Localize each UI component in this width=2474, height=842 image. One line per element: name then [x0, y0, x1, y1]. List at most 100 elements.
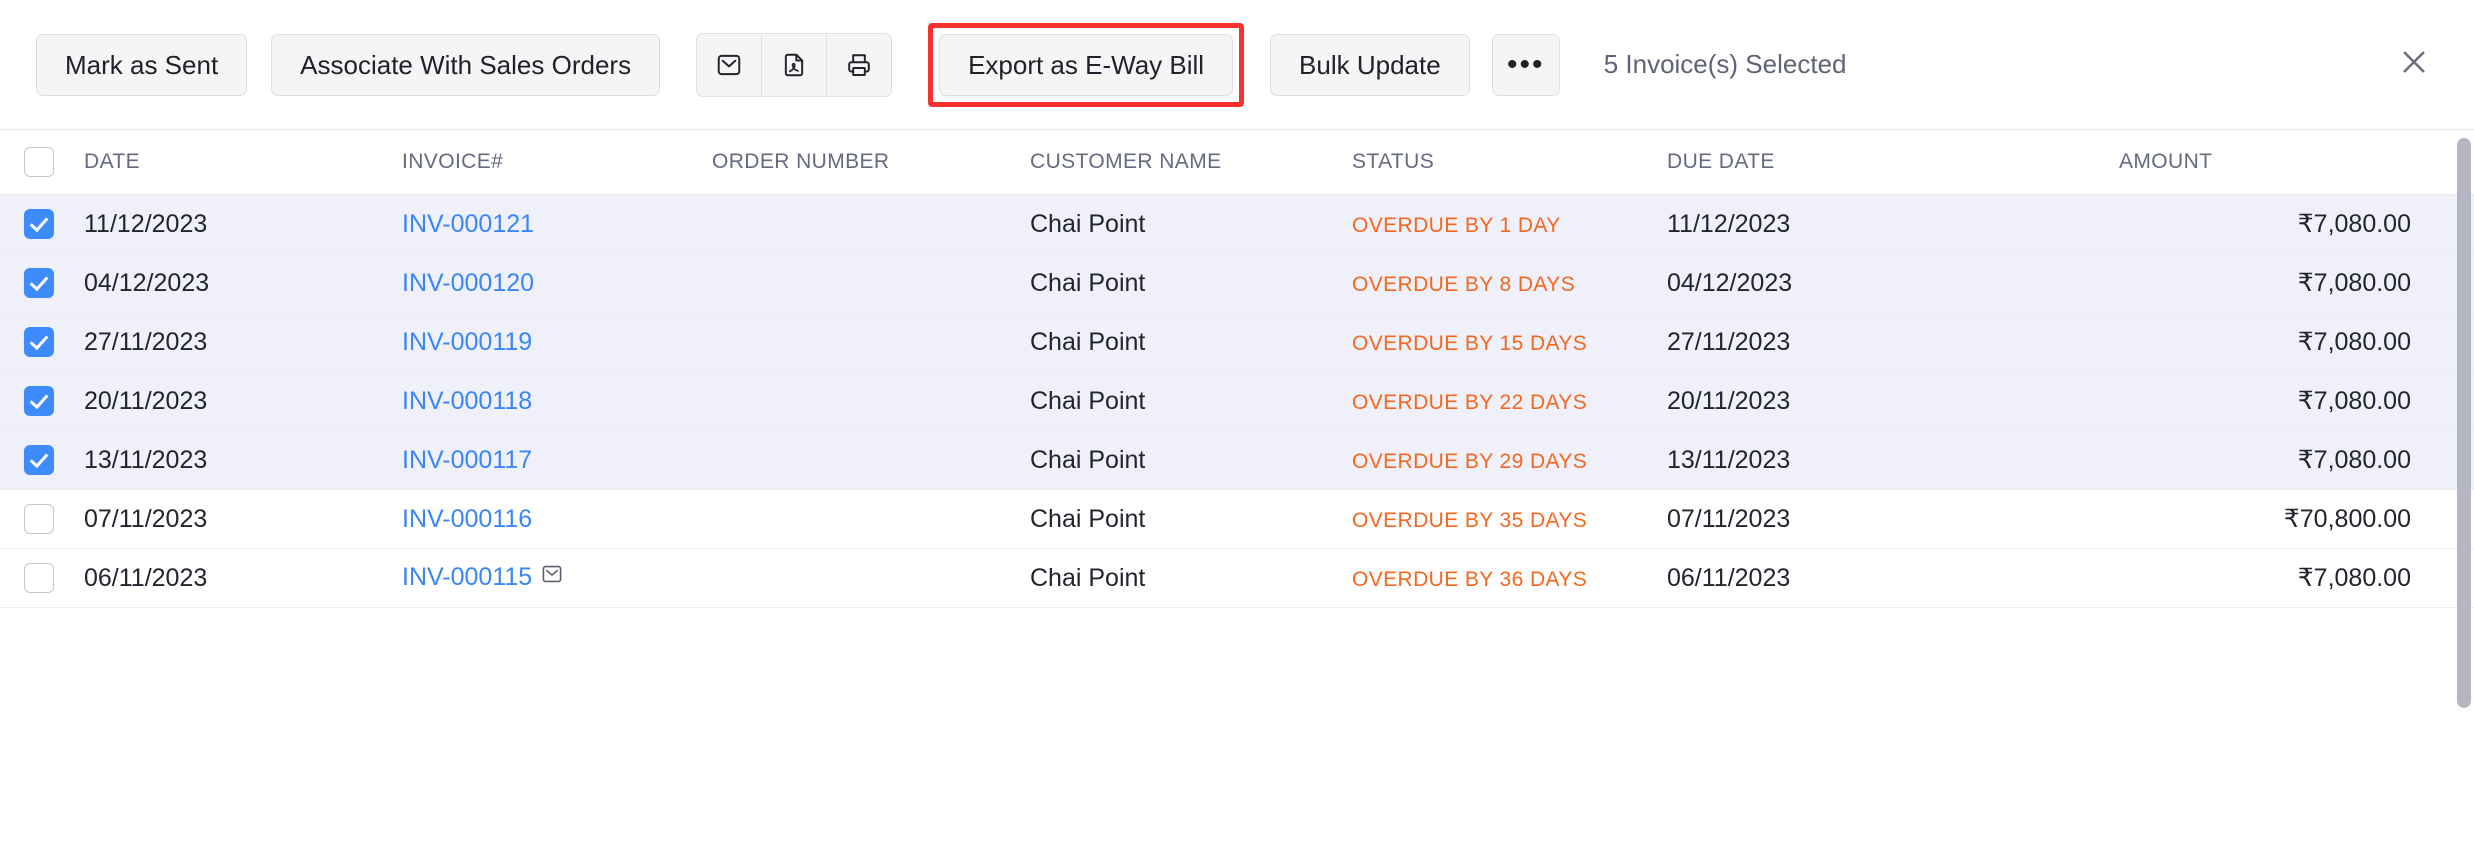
cell-amount: ₹7,080.00 — [2119, 312, 2474, 372]
invoice-table-container: DATE INVOICE# ORDER NUMBER CUSTOMER NAME… — [0, 130, 2474, 842]
more-options-button[interactable]: ••• — [1491, 33, 1560, 96]
invoice-number-link[interactable]: INV-000121 — [402, 210, 534, 238]
column-header-status[interactable]: STATUS — [1352, 130, 1667, 195]
row-select-cell — [0, 312, 84, 372]
column-header-amount[interactable]: AMOUNT — [2119, 130, 2474, 195]
row-select-checkbox[interactable] — [24, 504, 54, 535]
selected-count-label: 5 Invoice(s) Selected — [1603, 49, 1847, 79]
customer-name: Chai Point — [1030, 386, 1146, 415]
row-select-checkbox[interactable] — [24, 563, 54, 594]
print-button[interactable] — [827, 33, 892, 96]
table-row[interactable]: 27/11/2023 INV-000119 Chai Point OVERDUE BY… — [0, 312, 2474, 372]
invoice-date: 13/11/2023 — [84, 445, 208, 474]
cell-customer-name: Chai Point — [1030, 548, 1352, 608]
cell-date: 07/11/2023 — [84, 489, 402, 549]
invoice-date: 07/11/2023 — [84, 504, 208, 533]
cell-amount: ₹7,080.00 — [2119, 194, 2474, 254]
cell-amount: ₹7,080.00 — [2119, 253, 2474, 313]
table-row[interactable]: 20/11/2023 INV-000118 Chai Point OVERDUE BY… — [0, 371, 2474, 431]
status-badge: OVERDUE BY 8 DAYS — [1352, 272, 1576, 296]
status-badge: OVERDUE BY 35 DAYS — [1352, 508, 1588, 532]
cell-due-date: 13/11/2023 — [1667, 430, 2119, 490]
amount-value: ₹7,080.00 — [2297, 564, 2411, 592]
cell-order-number — [712, 194, 1030, 254]
export-eway-highlight-annotation: Export as E-Way Bill — [928, 22, 1245, 107]
column-header-due-date[interactable]: DUE DATE — [1667, 130, 2119, 195]
invoice-date: 04/12/2023 — [84, 268, 210, 297]
cell-status: OVERDUE BY 29 DAYS — [1352, 430, 1667, 490]
amount-value: ₹7,080.00 — [2297, 387, 2411, 415]
table-row[interactable]: 06/11/2023 INV-000115 Chai Point OVERDUE BY… — [0, 548, 2474, 608]
cell-customer-name: Chai Point — [1030, 430, 1352, 490]
export-pdf-button[interactable] — [762, 33, 828, 96]
row-select-checkbox[interactable] — [24, 386, 54, 417]
customer-name: Chai Point — [1030, 268, 1146, 297]
column-header-order-number[interactable]: ORDER NUMBER — [712, 130, 1030, 195]
export-as-eway-bill-button[interactable]: Export as E-Way Bill — [939, 33, 1234, 96]
invoice-number-link[interactable]: INV-000116 — [402, 505, 532, 533]
envelope-icon — [540, 562, 564, 593]
select-all-header-cell — [0, 130, 84, 195]
row-select-checkbox[interactable] — [24, 209, 54, 240]
cell-date: 06/11/2023 — [84, 548, 402, 608]
amount-value: ₹7,080.00 — [2297, 210, 2411, 238]
vertical-scrollbar-thumb[interactable] — [2457, 138, 2471, 708]
cell-order-number — [712, 548, 1030, 608]
column-header-customer-name[interactable]: CUSTOMER NAME — [1030, 130, 1352, 195]
printer-icon — [845, 51, 873, 79]
invoice-number-link[interactable]: INV-000118 — [402, 387, 532, 415]
table-row[interactable]: 13/11/2023 INV-000117 Chai Point OVERDUE BY… — [0, 430, 2474, 490]
mark-as-sent-button[interactable]: Mark as Sent — [36, 33, 248, 96]
row-select-checkbox[interactable] — [24, 268, 54, 299]
due-date: 13/11/2023 — [1667, 445, 1791, 474]
due-date: 04/12/2023 — [1667, 268, 1793, 297]
cell-order-number — [712, 430, 1030, 490]
select-all-checkbox[interactable] — [24, 147, 54, 177]
cell-date: 13/11/2023 — [84, 430, 402, 490]
customer-name: Chai Point — [1030, 563, 1146, 592]
due-date: 07/11/2023 — [1667, 504, 1791, 533]
invoice-number-link[interactable]: INV-000120 — [402, 269, 534, 297]
cell-order-number — [712, 253, 1030, 313]
table-row[interactable]: 07/11/2023 INV-000116 Chai Point OVERDUE BY… — [0, 489, 2474, 549]
cell-due-date: 04/12/2023 — [1667, 253, 2119, 313]
cell-date: 27/11/2023 — [84, 312, 402, 372]
row-select-checkbox[interactable] — [24, 327, 54, 358]
invoice-number-link[interactable]: INV-000115 — [402, 563, 532, 591]
customer-name: Chai Point — [1030, 504, 1146, 533]
email-button[interactable] — [697, 33, 763, 96]
bulk-update-button[interactable]: Bulk Update — [1270, 33, 1470, 96]
amount-value: ₹7,080.00 — [2297, 328, 2411, 356]
row-select-cell — [0, 430, 84, 490]
invoice-date: 20/11/2023 — [84, 386, 208, 415]
vertical-scrollbar-track[interactable] — [2454, 130, 2474, 842]
table-row[interactable]: 11/12/2023 INV-000121 Chai Point OVERDUE BY… — [0, 194, 2474, 254]
customer-name: Chai Point — [1030, 209, 1146, 238]
cell-status: OVERDUE BY 1 DAY — [1352, 194, 1667, 254]
cell-due-date: 06/11/2023 — [1667, 548, 2119, 608]
invoice-number-link[interactable]: INV-000117 — [402, 446, 532, 474]
envelope-icon — [715, 51, 743, 79]
cell-invoice: INV-000116 — [402, 489, 712, 549]
row-select-checkbox[interactable] — [24, 445, 54, 476]
cell-invoice: INV-000117 — [402, 430, 712, 490]
invoice-number-link[interactable]: INV-000119 — [402, 328, 532, 356]
table-row[interactable]: 04/12/2023 INV-000120 Chai Point OVERDUE BY… — [0, 253, 2474, 313]
cell-invoice: INV-000119 — [402, 312, 712, 372]
cell-date: 11/12/2023 — [84, 194, 402, 254]
invoice-date: 27/11/2023 — [84, 327, 208, 356]
cell-customer-name: Chai Point — [1030, 489, 1352, 549]
cell-order-number — [712, 312, 1030, 372]
status-badge: OVERDUE BY 36 DAYS — [1352, 567, 1588, 591]
associate-with-sales-orders-button[interactable]: Associate With Sales Orders — [271, 33, 661, 96]
close-toolbar-button[interactable] — [2392, 43, 2436, 87]
icon-button-group — [696, 32, 893, 97]
pdf-file-icon — [780, 51, 808, 79]
column-header-invoice[interactable]: INVOICE# — [402, 130, 712, 195]
column-header-date[interactable]: DATE — [84, 130, 402, 195]
cell-status: OVERDUE BY 35 DAYS — [1352, 489, 1667, 549]
row-select-cell — [0, 194, 84, 254]
cell-customer-name: Chai Point — [1030, 194, 1352, 254]
cell-amount: ₹7,080.00 — [2119, 371, 2474, 431]
cell-date: 20/11/2023 — [84, 371, 402, 431]
